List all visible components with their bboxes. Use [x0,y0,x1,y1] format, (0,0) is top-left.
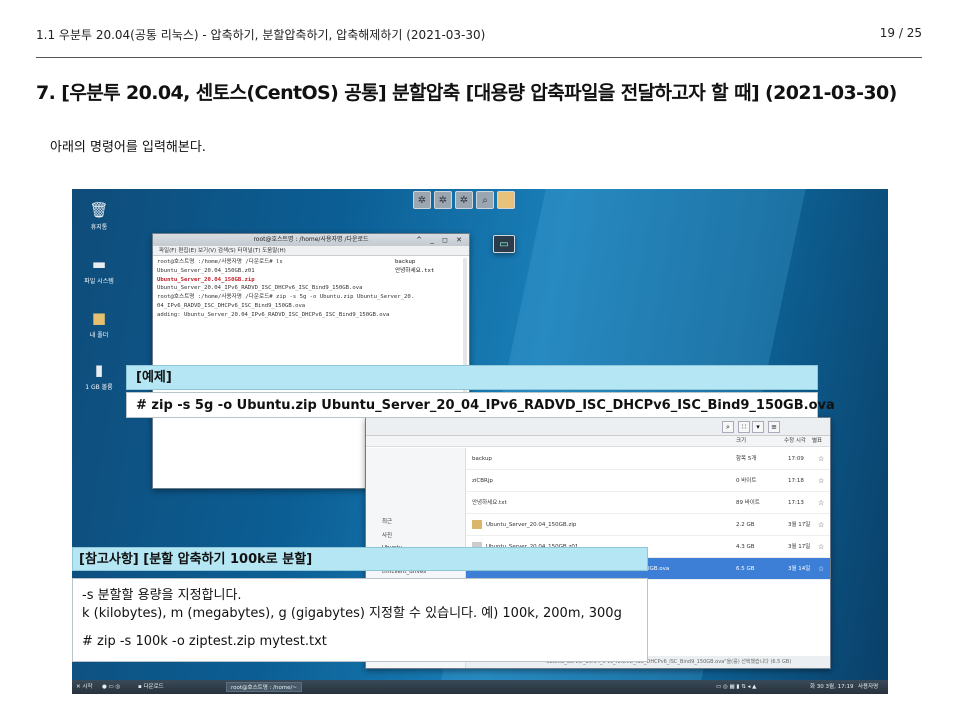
star-icon[interactable]: ☆ [818,492,824,514]
chevron-down-icon[interactable]: ▾ [752,421,764,433]
note-box: -s 분할할 용량을 지정합니다. k (kilobytes), m (mega… [72,578,648,662]
section-title: 7. [우분투 20.04, 센토스(CentOS) 공통] 분할압축 [대용량… [36,82,897,104]
terminal-launcher-icon[interactable]: ▭ [493,235,515,253]
desktop-icon-label: 내 폴더 [89,332,109,339]
file-name: 0GB.ova [646,566,670,572]
terminal-titlebar[interactable]: root@호스트명 : /home/사용자명 /다운로드 ^ _ ◻ ✕ [153,234,469,246]
file-row[interactable]: ziCBRjp 0 바이트 17:18 ☆ [466,470,830,492]
file-size: 0 바이트 [736,478,757,484]
desktop-icon-trash[interactable]: 🗑 휴지통 [82,201,116,231]
terminal-ls-item: backup [395,259,416,265]
page-number: 19 / 25 [879,26,922,40]
terminal-title: root@호스트명 : /home/사용자명 /다운로드 [253,236,369,243]
trash-icon: 🗑 [89,201,109,219]
file-time: 17:13 [788,500,804,506]
clock[interactable]: 화 30 3월, 17:19 [810,680,853,694]
file-time: 3월 17일 [788,522,811,528]
file-name: backup [472,456,492,462]
file-time: 17:18 [788,478,804,484]
menu-icon[interactable]: ≡ [768,421,780,433]
archive-icon [472,520,482,529]
intro-text: 아래의 명령어를 입력해본다. [50,140,206,155]
settings-icon[interactable]: ✲ [413,191,431,209]
file-name: ziCBRjp [472,478,493,484]
note-command: # zip -s 100k -o ziptest.zip mytest.txt [82,634,327,649]
start-menu-button[interactable]: ✕ 시작 [76,680,92,694]
file-row[interactable]: backup 항목 5개 17:09 ☆ [466,448,830,470]
search-icon[interactable]: ⌕ [722,421,734,433]
sidebar-item[interactable]: 최근 [366,514,465,528]
header-title: 1.1 우분투 20.04(공통 리눅스) - 압축하기, 분할압축하기, 압축… [36,28,486,42]
column-header: 크기 수정 시각 별표 [366,436,830,447]
page-header: 1.1 우분투 20.04(공통 리눅스) - 압축하기, 분할압축하기, 압축… [36,24,922,58]
terminal-line: Ubuntu_Server_20.04_150GB.zip [157,276,255,283]
terminal-menubar[interactable]: 파일(F) 편집(E) 보기(V) 검색(S) 터미널(T) 도움말(H) [153,246,469,256]
desktop-icon-filesystem[interactable]: ▬ 파일 시스템 [82,255,116,285]
file-time: 17:09 [788,456,804,462]
terminal-ls-column: backup 안녕하세요.txt [395,258,434,276]
settings-icon[interactable]: ✲ [455,191,473,209]
desktop-icon-home[interactable]: ■ 내 폴더 [82,309,116,339]
file-size: 2.2 GB [736,522,755,528]
desktop-icon-volume[interactable]: ▮ 1 GB 볼륨 [82,361,116,391]
note-line: -s 분할할 용량을 지정합니다. [82,588,242,603]
star-icon[interactable]: ☆ [818,536,824,558]
file-size: 4.3 GB [736,544,755,550]
sidebar-item[interactable]: 사진 [366,528,465,542]
search-icon[interactable]: ⌕ [476,191,494,209]
terminal-line: adding: Ubuntu_Server_20.04_IPv6_RADVD_I… [157,311,390,318]
example-label: [예제] [126,365,818,390]
usb-drive-icon: ▮ [94,361,104,379]
star-icon[interactable]: ☆ [818,448,824,470]
home-folder-icon: ■ [91,309,107,327]
quick-launch-icons[interactable]: ● ▭ ◎ [102,680,120,694]
tray-icons[interactable]: ▭ ◎ ▦ ▮ ⇅ ◂ ▲ [716,680,756,694]
file-name: Ubuntu_Server_20.04_150GB.zip [486,522,577,528]
desktop-icon-label: 파일 시스템 [84,278,114,285]
terminal-line: 04_IPv6_RADVD_ISC_DHCPv6_ISC_Bind9_150GB… [157,302,306,309]
file-time: 3월 14일 [788,566,811,572]
taskbar: ✕ 시작 ● ▭ ◎ ▪ 다운로드 root@호스트명 : /home/~ ▭ … [72,680,888,694]
desktop-icon-label: 1 GB 볼륨 [85,384,113,391]
column-modified[interactable]: 수정 시각 [784,436,806,447]
window-controls[interactable]: ^ _ ◻ ✕ [416,234,465,246]
file-row[interactable]: 안녕하세요.txt 89 바이트 17:13 ☆ [466,492,830,514]
user-name[interactable]: 사용자명 [858,680,878,694]
folder-icon[interactable] [497,191,515,209]
example-command: # zip -s 5g -o Ubuntu.zip Ubuntu_Server_… [126,392,835,418]
desktop-icon-label: 휴지통 [90,224,108,231]
note-line: k (kilobytes), m (megabytes), g (gigabyt… [82,606,622,621]
file-size: 6.5 GB [736,566,755,572]
taskbar-folder[interactable]: ▪ 다운로드 [138,680,164,694]
column-size[interactable]: 크기 [736,436,746,447]
star-icon[interactable]: ☆ [818,558,824,580]
file-manager-toolbar: ⌕ ∷ ▾ ≡ [366,418,830,436]
top-launcher: ▭ ✲ ✲ ✲ ⌕ [413,191,515,253]
terminal-line: root@호스트명 :/home/사용자명 /다운로드# zip -s 5g -… [157,294,415,301]
file-size: 항목 5개 [736,456,757,462]
taskbar-terminal-task[interactable]: root@호스트명 : /home/~ [226,682,303,692]
file-name: 안녕하세요.txt [472,500,507,506]
star-icon[interactable]: ☆ [818,514,824,536]
file-time: 3월 17일 [788,544,811,550]
column-starred[interactable]: 별표 [812,436,822,447]
terminal-ls-item: 안녕하세요.txt [395,267,435,274]
note-label: [참고사항] [분할 압축하기 100k로 분할] [72,547,648,571]
file-size: 89 바이트 [736,500,760,506]
file-row[interactable]: Ubuntu_Server_20.04_150GB.zip 2.2 GB 3월 … [466,514,830,536]
terminal-line: Ubuntu_Server_20.04_IPv6_RADVD_ISC_DHCPv… [157,285,363,292]
drive-icon: ▬ [91,255,107,273]
star-icon[interactable]: ☆ [818,470,824,492]
view-grid-icon[interactable]: ∷ [738,421,750,433]
settings-icon[interactable]: ✲ [434,191,452,209]
